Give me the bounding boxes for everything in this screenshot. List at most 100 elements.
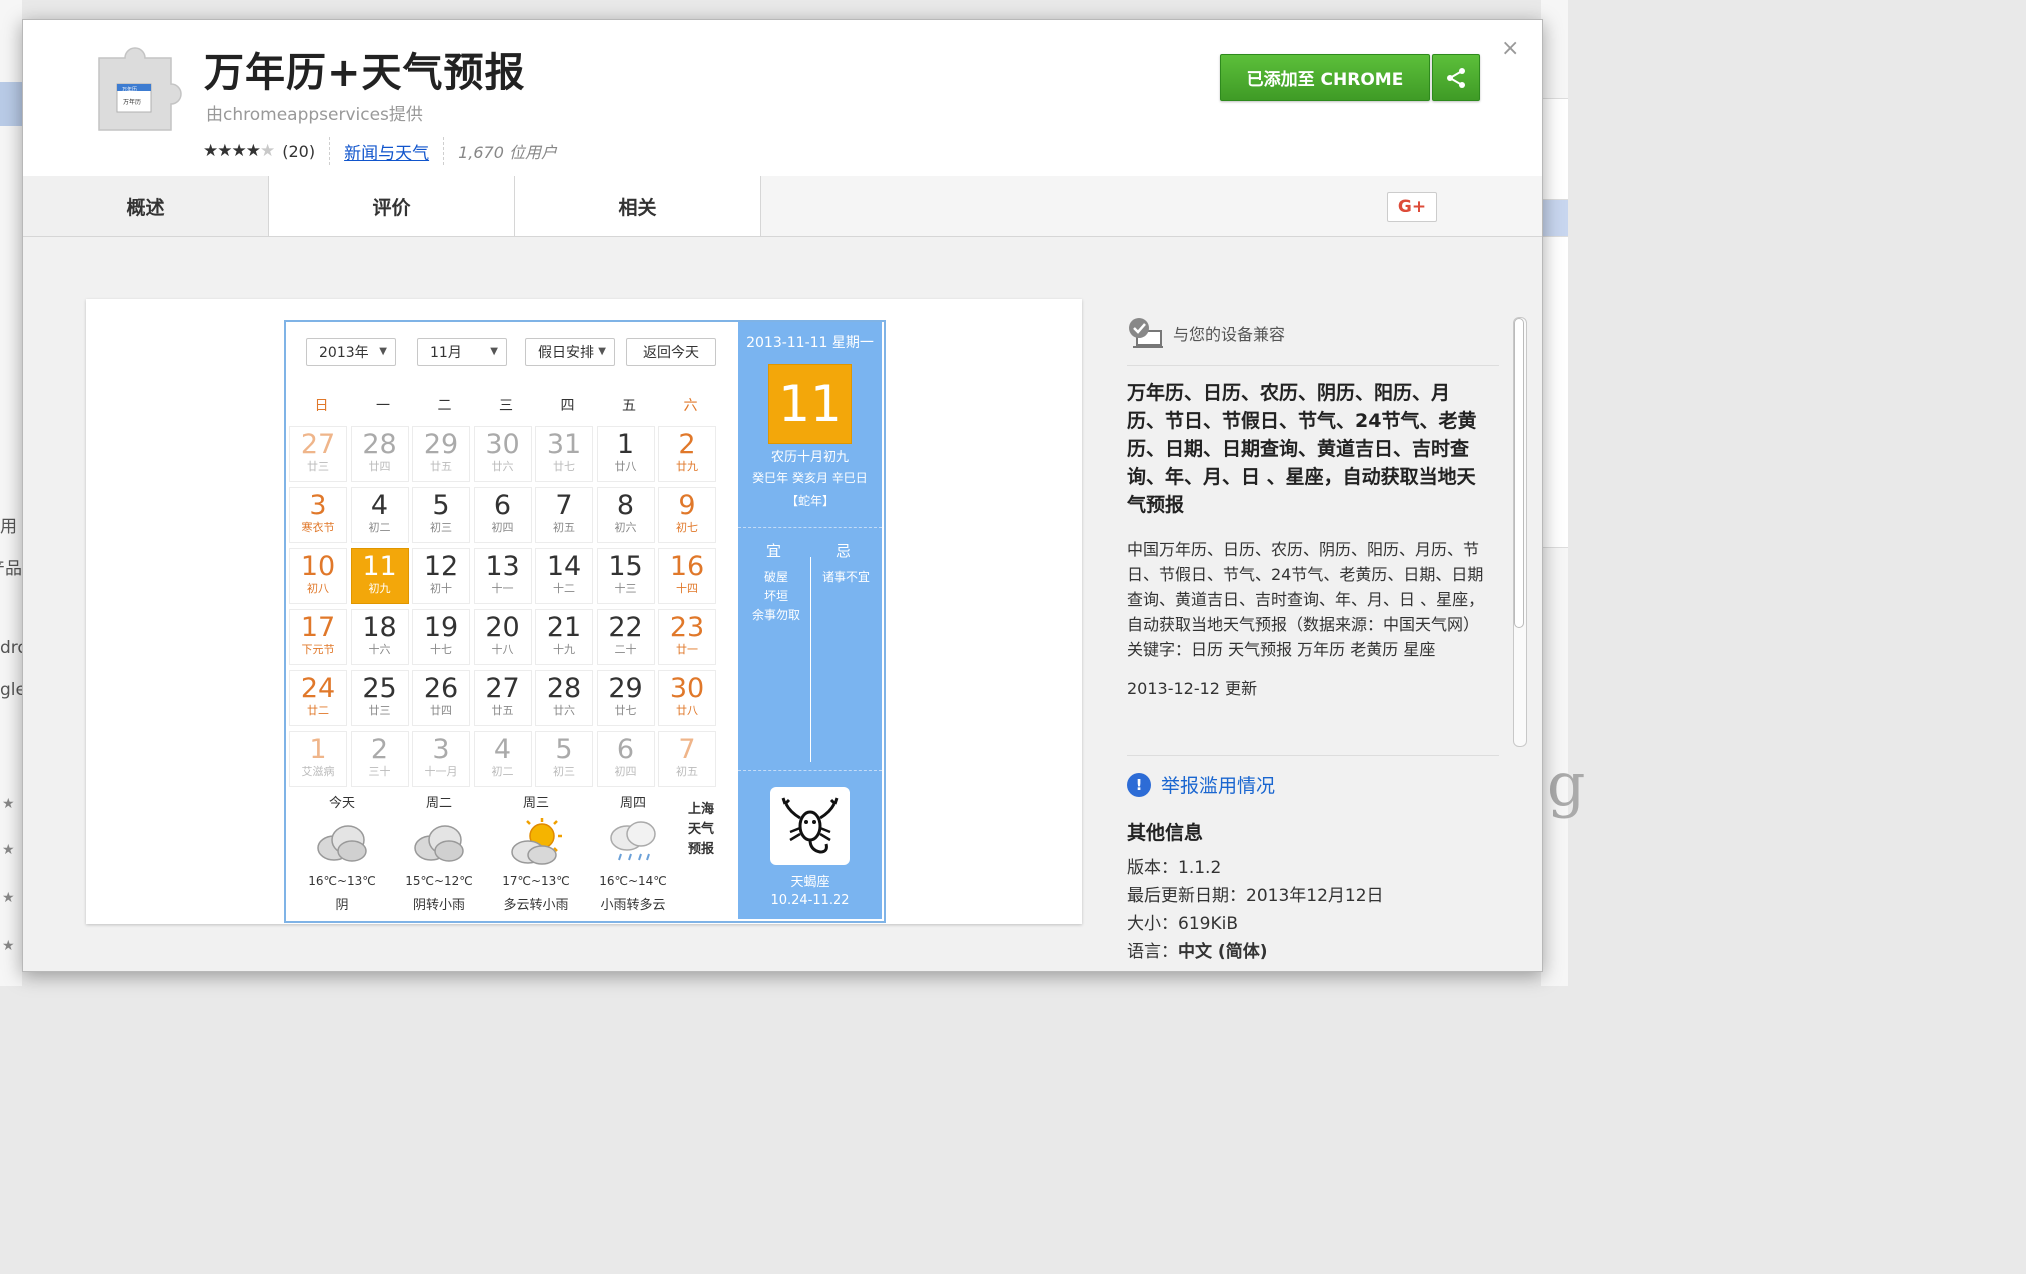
language-row: 语言：中文 (简体): [1127, 937, 1267, 962]
yi-list: 破屋 坏垣 余事勿取: [746, 568, 806, 625]
calendar-day[interactable]: 8 初六: [596, 487, 655, 543]
forecast-temp: 16℃~13℃: [308, 874, 376, 888]
lunar-day: 廿七: [553, 460, 575, 473]
cloudy-icon: [391, 812, 487, 872]
calendar-day[interactable]: 24 廿二: [289, 670, 347, 726]
calendar-day[interactable]: 6 初四: [473, 487, 532, 543]
extension-detail-dialog: 万年历 万年历 万年历+天气预报 由chromeappservices提供 ★★…: [22, 19, 1543, 972]
weekday-label: 一: [376, 398, 390, 414]
day-number: 26: [423, 673, 459, 704]
day-number: 13: [485, 551, 520, 582]
tab-reviews[interactable]: 评价: [269, 176, 515, 236]
calendar-day[interactable]: 1 廿八: [596, 426, 655, 482]
star-icon: ★: [231, 141, 247, 161]
calendar-day[interactable]: 30 廿八: [658, 670, 716, 726]
calendar-day[interactable]: 22 二十: [596, 609, 655, 665]
calendar-day[interactable]: 13 十一: [473, 548, 532, 604]
calendar-day[interactable]: 29 廿五: [412, 426, 470, 482]
day-number: 30: [669, 673, 705, 704]
rain-icon: [585, 812, 681, 872]
calendar-day[interactable]: 17 下元节: [289, 609, 347, 665]
lunar-day: 廿六: [491, 460, 514, 473]
day-number: 5: [432, 490, 450, 521]
calendar-day[interactable]: 12 初十: [412, 548, 470, 604]
calendar-day[interactable]: 6 初四: [596, 731, 655, 787]
calendar-day[interactable]: 16 十四: [658, 548, 716, 604]
calendar-day[interactable]: 2 廿九: [658, 426, 716, 482]
calendar-day[interactable]: 1 艾滋病: [289, 731, 347, 787]
calendar-day[interactable]: 2 三十: [350, 731, 409, 787]
lunar-day: 廿九: [676, 460, 698, 473]
scrollbar-thumb[interactable]: [1514, 318, 1524, 628]
calendar-day[interactable]: 7 初五: [535, 487, 593, 543]
compatibility-text: 与您的设备兼容: [1173, 325, 1286, 344]
calendar-day[interactable]: 29 廿七: [596, 670, 655, 726]
holiday-select[interactable]: 假日安排 ▼: [525, 338, 615, 366]
calendar-day[interactable]: 31 廿七: [535, 426, 593, 482]
calendar-day[interactable]: 21 十九: [535, 609, 593, 665]
return-today-button[interactable]: 返回今天: [626, 338, 716, 366]
calendar-day[interactable]: 28 廿六: [535, 670, 593, 726]
calendar-day[interactable]: 4 初二: [350, 487, 409, 543]
calendar-day[interactable]: 3 十一月: [412, 731, 470, 787]
day-number: 3: [432, 734, 450, 765]
report-abuse-link[interactable]: ! 举报滥用情况: [1127, 771, 1275, 798]
background-star-icon: ★: [2, 842, 15, 858]
category-link[interactable]: 新闻与天气: [344, 139, 429, 164]
calendar-day[interactable]: 26 廿四: [412, 670, 470, 726]
lunar-day: 初三: [430, 521, 452, 534]
calendar-day[interactable]: 3 寒衣节: [289, 487, 347, 543]
yi-item: 坏垣: [763, 589, 788, 603]
calendar-day[interactable]: 20 十八: [473, 609, 532, 665]
day-number: 12: [423, 551, 459, 582]
compatibility-row: 与您的设备兼容: [1127, 315, 1285, 351]
tab-related[interactable]: 相关: [515, 176, 761, 236]
day-number: 7: [555, 490, 573, 521]
day-number: 18: [362, 612, 397, 643]
close-icon[interactable]: ×: [1501, 36, 1519, 61]
calendar-day[interactable]: 15 十三: [596, 548, 655, 604]
calendar-day[interactable]: 4 初二: [473, 731, 532, 787]
day-number: 10: [300, 551, 336, 582]
calendar-day[interactable]: 30 廿六: [473, 426, 532, 482]
calendar-day[interactable]: 25 廿三: [350, 670, 409, 726]
day-number: 6: [616, 734, 635, 765]
day-number: 28: [362, 429, 397, 460]
forecast-day: 周四: [619, 796, 646, 811]
day-number: 16: [669, 551, 705, 582]
calendar-day[interactable]: 23 廿一: [658, 609, 716, 665]
added-to-chrome-button[interactable]: 已添加至 CHROME: [1220, 54, 1430, 101]
calendar-day[interactable]: 14 十二: [535, 548, 593, 604]
day-number: 15: [608, 551, 643, 582]
updated-value: 2013年12月12日: [1246, 886, 1384, 906]
day-number: 27: [300, 429, 336, 460]
screenshot-panel[interactable]: 2013年 ▼ 11月 ▼ 假日安排 ▼ 返回今天 日一二三四五六 27 廿三 28 廿四 2…: [86, 299, 1082, 924]
rating-count[interactable]: (20): [282, 142, 315, 161]
calendar-day[interactable]: 27 廿三: [289, 426, 347, 482]
calendar-day[interactable]: 9 初七: [658, 487, 716, 543]
background-star-icon: ★: [2, 938, 15, 954]
day-number: 3: [309, 490, 327, 521]
forecast-desc: 多云转小雨: [503, 898, 569, 913]
calendar-day[interactable]: 10 初八: [289, 548, 347, 604]
lunar-day: 十一月: [424, 765, 458, 778]
calendar-day[interactable]: 19 十七: [412, 609, 470, 665]
yi-item: 余事勿取: [751, 608, 800, 622]
month-select[interactable]: 11月 ▼: [417, 338, 507, 366]
lunar-day: 十七: [430, 643, 452, 656]
calendar-day[interactable]: 18 十六: [350, 609, 409, 665]
calendar-day[interactable]: 5 初三: [535, 731, 593, 787]
description-paragraph: 自动获取当地天气预报（数据来源：中国天气网）: [1127, 615, 1480, 634]
google-plus-button[interactable]: G+: [1387, 192, 1437, 222]
tab-overview[interactable]: 概述: [23, 176, 269, 236]
forecast-desc: 小雨转多云: [600, 898, 666, 913]
calendar-day[interactable]: 28 廿四: [350, 426, 409, 482]
share-button[interactable]: [1432, 54, 1480, 101]
calendar-day[interactable]: 7 初五: [658, 731, 716, 787]
year-select[interactable]: 2013年 ▼: [306, 338, 396, 366]
rating-stars[interactable]: ★★★★★: [203, 141, 275, 161]
size-value: 619KiB: [1178, 914, 1238, 934]
calendar-day-today[interactable]: 11 初九: [350, 548, 409, 604]
calendar-day[interactable]: 5 初三: [412, 487, 470, 543]
calendar-day[interactable]: 27 廿五: [473, 670, 532, 726]
